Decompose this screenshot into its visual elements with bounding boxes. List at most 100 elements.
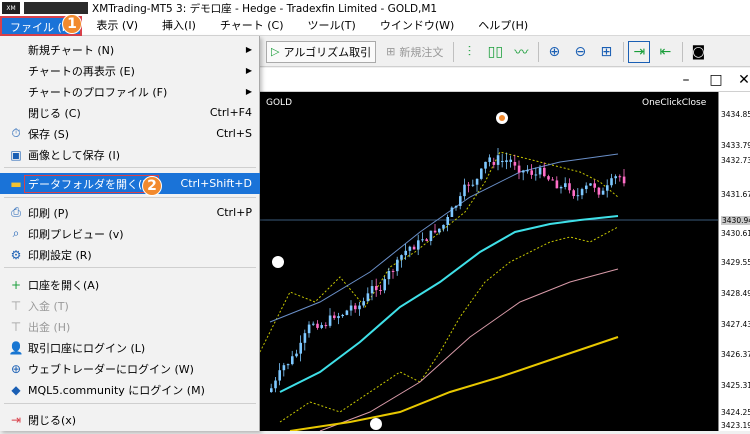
menu-tools[interactable]: ツール(T) <box>294 16 366 36</box>
candle-body <box>312 323 315 325</box>
price-label: 3433.79 <box>721 141 750 150</box>
price-label: 3424.25 <box>721 408 750 417</box>
candle-body <box>442 224 445 229</box>
chart-symbol: GOLD <box>266 98 293 108</box>
menu-exit[interactable]: ⇥ 閉じる(x) <box>0 409 260 430</box>
candle-body <box>534 174 538 176</box>
candle-body <box>375 286 378 290</box>
menu-label: 口座を開く(A) <box>28 278 100 292</box>
candle-body <box>547 176 550 180</box>
candle-body <box>475 178 479 185</box>
zoom-in-icon[interactable]: ⊕ <box>543 41 565 63</box>
menu-label: 保存 (S) <box>28 127 70 141</box>
candle-body <box>282 365 286 371</box>
menu-chart[interactable]: チャート (C) <box>206 16 294 36</box>
menu-label: 閉じる(x) <box>28 413 77 427</box>
candle-body <box>559 186 563 189</box>
menu-label: 入金 (T) <box>28 299 69 313</box>
printer-icon: ⎙ <box>11 205 21 219</box>
menu-profile[interactable]: チャートのプロファイル (F) ▶ <box>0 81 260 102</box>
candle-body <box>429 230 433 241</box>
menu-print[interactable]: ⎙ 印刷 (P) Ctrl+P <box>0 202 260 223</box>
candle-body <box>412 246 416 250</box>
menu-insert[interactable]: 挿入(I) <box>148 16 206 36</box>
menu-label: 印刷設定 (R) <box>28 248 92 262</box>
candle-body <box>585 185 588 190</box>
screenshot-icon[interactable]: ◙ <box>687 41 709 63</box>
grid-icon[interactable]: ⊞ <box>595 41 617 63</box>
menu-label: 閉じる (C) <box>28 106 81 120</box>
new-order-icon: ⊞ <box>386 45 396 58</box>
folder-icon: ▬ <box>10 176 22 191</box>
menu-close-chart[interactable]: 閉じる (C) Ctrl+F4 <box>0 102 260 123</box>
menu-print-preview[interactable]: ⌕ 印刷プレビュー (v) <box>0 223 260 244</box>
candle-body <box>484 161 487 169</box>
candle-body <box>501 160 504 162</box>
user-icon: 👤 <box>8 340 24 355</box>
candle-body <box>568 183 571 191</box>
menu-redisplay[interactable]: チャートの再表示 (E) ▶ <box>0 60 260 81</box>
deposit-icon: ⊤ <box>10 298 22 313</box>
close-icon[interactable]: ✕ <box>734 70 750 90</box>
candle-body <box>576 195 580 197</box>
candle-body <box>307 324 311 334</box>
candle-body <box>543 167 546 177</box>
submenu-arrow-icon: ▶ <box>245 45 252 54</box>
menu-login-trade[interactable]: 👤 取引口座にログイン (L) <box>0 337 260 358</box>
line-chart-icon[interactable]: 〰 <box>510 41 532 63</box>
menu-separator <box>4 267 256 268</box>
algo-trading-button[interactable]: ▷ アルゴリズム取引 <box>266 40 377 63</box>
menu-save[interactable]: ⏱ 保存 (S) Ctrl+S <box>0 123 260 144</box>
auto-scroll-icon[interactable]: ⇥ <box>628 40 651 63</box>
candle-body <box>286 364 290 366</box>
menu-window[interactable]: ウインドウ(W) <box>366 16 464 36</box>
menu-shortcut: Ctrl+P <box>216 206 252 219</box>
menu-label: データフォルダを開く(D) <box>24 174 160 193</box>
menu-login-web[interactable]: ⊕ ウェブトレーダーにログイン (W) <box>0 358 260 379</box>
candle-body <box>274 380 277 389</box>
candlestick-icon[interactable]: ▯▯ <box>484 41 506 63</box>
menu-help[interactable]: ヘルプ(H) <box>464 16 538 36</box>
candle-body <box>337 316 340 319</box>
menu-bar: ファイル (F) 表示 (V) 挿入(I) チャート (C) ツール(T) ウイ… <box>0 15 750 36</box>
menu-open-account[interactable]: + 口座を開く(A) <box>0 274 260 295</box>
menu-label: ウェブトレーダーにログイン (W) <box>28 362 194 376</box>
chart-shift-icon[interactable]: ⇤ <box>654 41 676 63</box>
price-label: 3427.43 <box>721 320 750 329</box>
menu-label: 取引口座にログイン (L) <box>28 341 146 355</box>
menu-withdraw[interactable]: ⊤ 出金 (H) <box>0 316 260 337</box>
menu-new-chart[interactable]: 新規チャート (N) ▶ <box>0 39 260 60</box>
menu-open-data-folder[interactable]: ▬ データフォルダを開く(D) Ctrl+Shift+D <box>0 173 260 194</box>
bar-chart-icon[interactable]: ⫶ <box>458 41 480 63</box>
trade-marker <box>370 418 382 430</box>
candle-body <box>471 184 475 186</box>
minimize-icon[interactable]: – <box>676 70 696 90</box>
menu-print-setup[interactable]: ⚙ 印刷設定 (R) <box>0 244 260 265</box>
file-menu: 新規チャート (N) ▶ チャートの再表示 (E) ▶ チャートのプロファイル … <box>0 36 260 431</box>
candles <box>270 148 626 393</box>
menu-save-image[interactable]: ▣ 画像として保存 (I) <box>0 144 260 165</box>
candle-body <box>408 246 412 251</box>
chart-canvas <box>259 112 718 432</box>
new-order-label: 新規注文 <box>399 45 444 59</box>
menu-view[interactable]: 表示 (V) <box>82 16 148 36</box>
withdraw-icon: ⊤ <box>10 319 22 334</box>
new-order-button[interactable]: ⊞ 新規注文 <box>382 41 447 63</box>
menu-label: 画像として保存 (I) <box>28 148 120 162</box>
candle-body <box>358 305 361 310</box>
candle-body <box>278 370 281 381</box>
candle-body <box>425 239 428 241</box>
trade-marker-inner <box>499 115 505 121</box>
price-chart[interactable] <box>259 92 718 432</box>
oneclick-close-button[interactable]: OneClickClose <box>642 98 706 108</box>
menu-deposit[interactable]: ⊤ 入金 (T) <box>0 295 260 316</box>
price-label: 3429.55 <box>721 258 750 267</box>
menu-label: 新規チャート (N) <box>28 43 115 57</box>
menu-login-mql[interactable]: ◆ MQL5.community にログイン (M) <box>0 379 260 400</box>
plus-icon: + <box>10 277 22 292</box>
zoom-out-icon[interactable]: ⊖ <box>569 41 591 63</box>
maximize-icon[interactable]: □ <box>706 70 726 90</box>
candle-body <box>433 230 437 233</box>
menu-separator <box>4 403 256 404</box>
candle-body <box>366 293 370 302</box>
